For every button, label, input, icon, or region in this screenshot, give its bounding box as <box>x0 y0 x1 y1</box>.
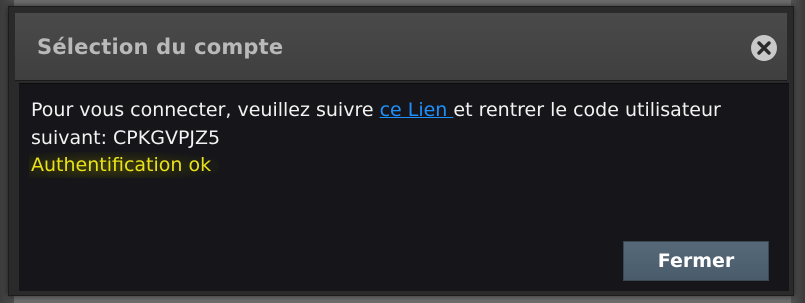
login-link[interactable]: ce Lien <box>380 99 454 121</box>
login-instructions: Pour vous connecter, veuillez suivre ce … <box>31 96 771 152</box>
dialog-title: Sélection du compte <box>37 35 284 59</box>
close-icon[interactable] <box>751 35 777 61</box>
dialog-content: Pour vous connecter, veuillez suivre ce … <box>19 83 789 291</box>
close-icon-glyph <box>757 41 771 55</box>
instructions-text-before: Pour vous connecter, veuillez suivre <box>31 99 380 121</box>
close-button[interactable]: Fermer <box>623 241 769 281</box>
auth-status-text: Authentification ok <box>29 152 220 178</box>
dialog-titlebar: Sélection du compte <box>15 13 787 81</box>
account-selection-dialog: Sélection du compte Pour vous connecter,… <box>8 6 794 296</box>
